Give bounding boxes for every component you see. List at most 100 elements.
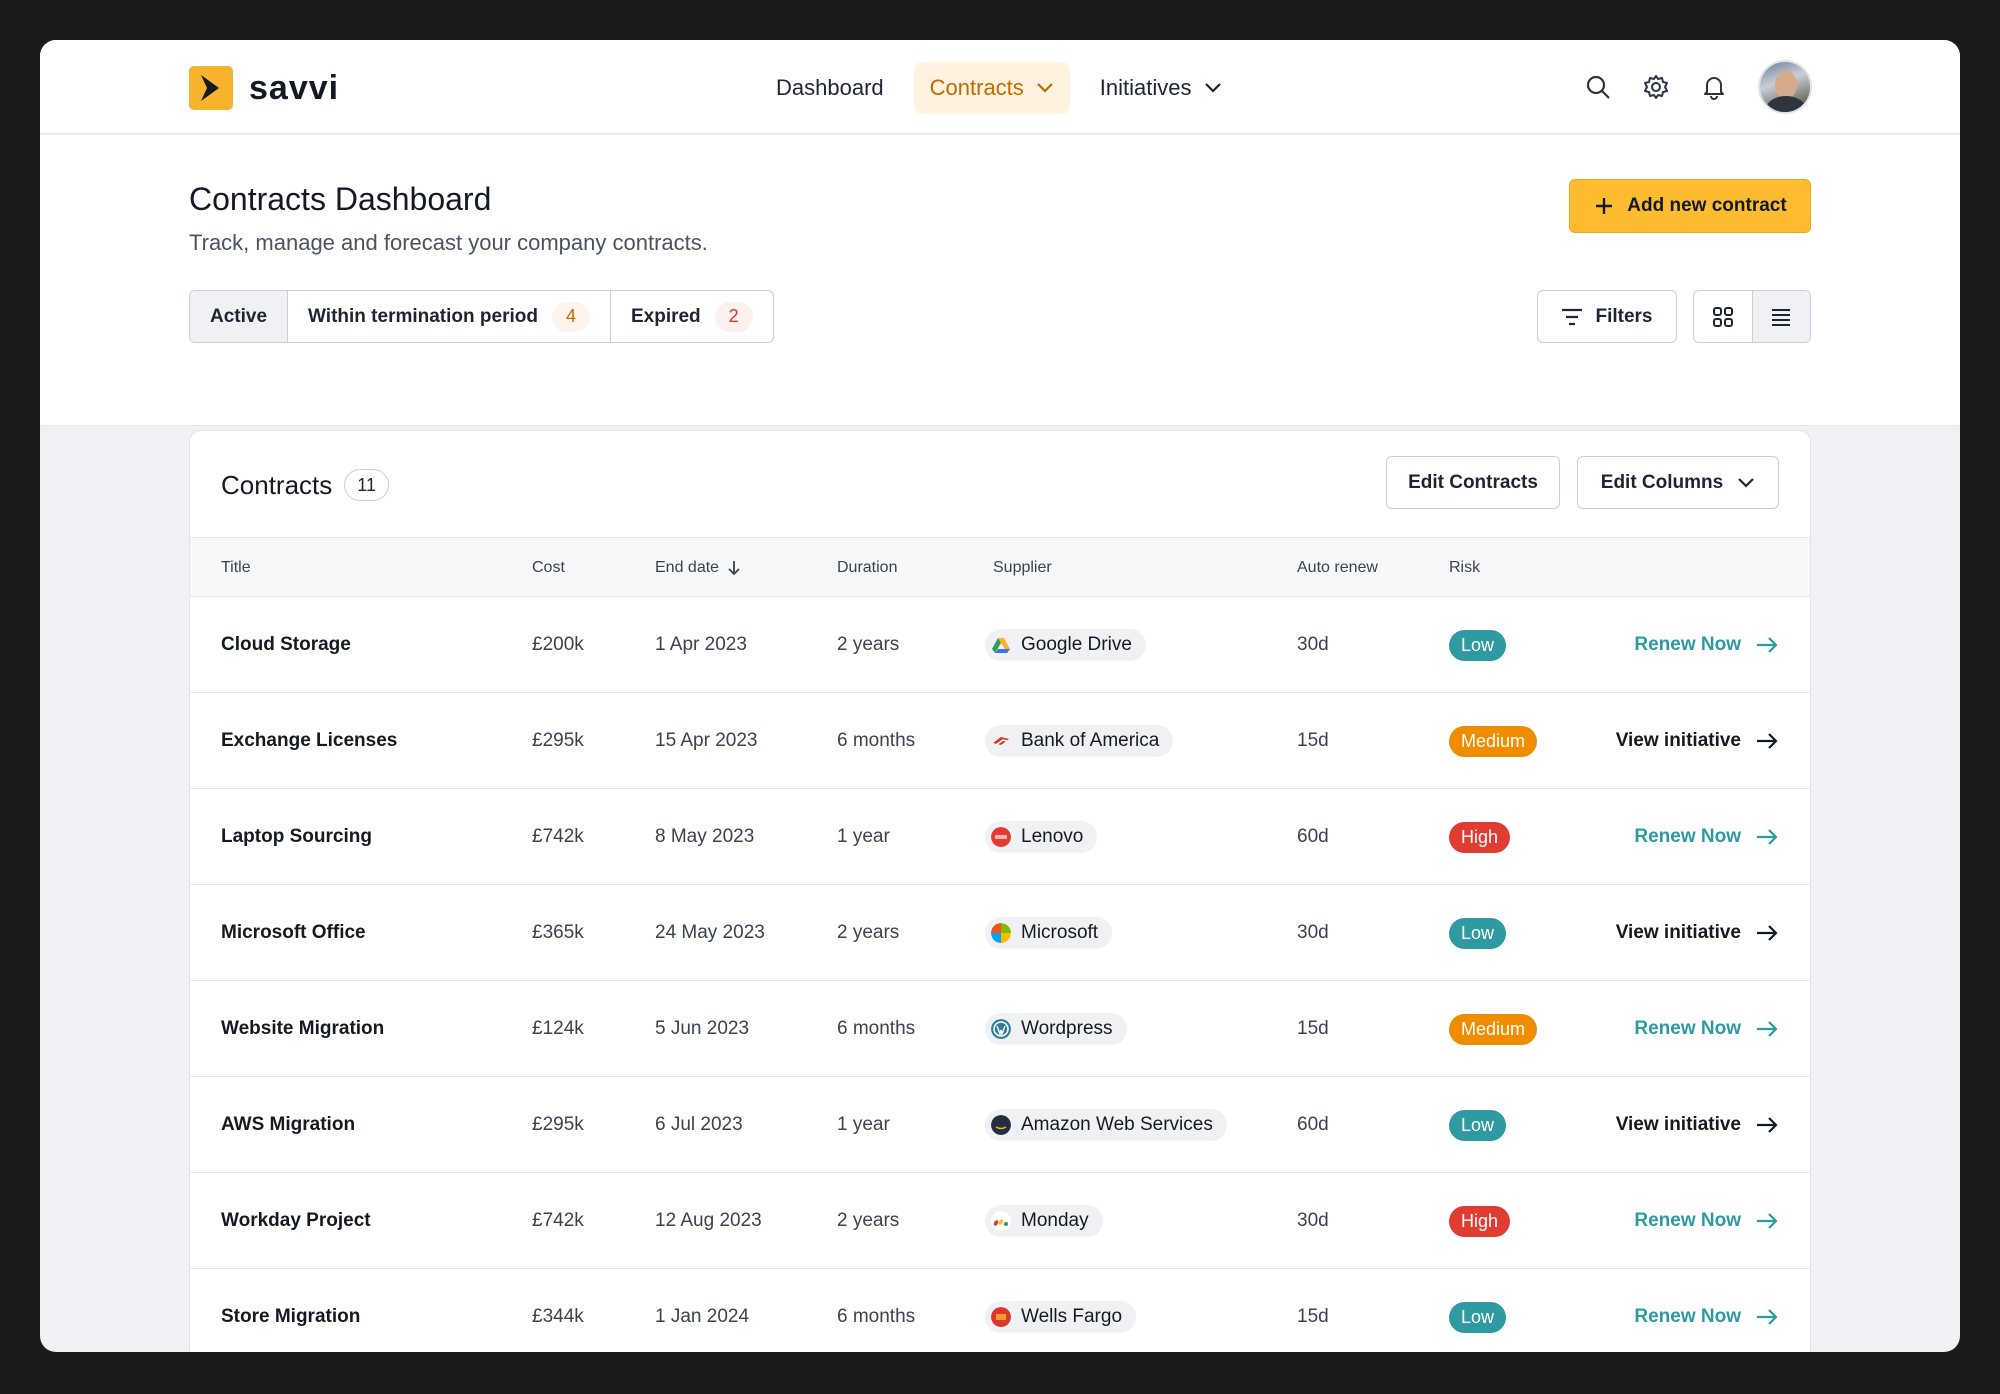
table-row[interactable]: Workday Project £742k 12 Aug 2023 2 year… — [190, 1173, 1810, 1269]
row-action-label: Renew Now — [1634, 1306, 1741, 1327]
table-row[interactable]: Cloud Storage £200k 1 Apr 2023 2 years G… — [190, 597, 1810, 693]
supplier-logo-icon — [991, 827, 1011, 847]
col-risk[interactable]: Risk — [1449, 538, 1480, 597]
row-action-link[interactable]: Renew Now — [1634, 1269, 1779, 1352]
gear-icon[interactable] — [1642, 73, 1670, 101]
row-action-link[interactable]: View initiative — [1616, 1077, 1779, 1173]
supplier-chip[interactable]: Wordpress — [985, 1013, 1127, 1045]
supplier-chip[interactable]: Wells Fargo — [985, 1301, 1137, 1333]
tab-termination[interactable]: Within termination period 4 — [288, 291, 611, 342]
row-action-link[interactable]: Renew Now — [1634, 597, 1779, 693]
row-action-label: View initiative — [1615, 922, 1741, 943]
chevron-down-icon — [1204, 83, 1221, 93]
table-row[interactable]: Microsoft Office £365k 24 May 2023 2 yea… — [190, 885, 1810, 981]
col-duration[interactable]: Duration — [837, 538, 897, 597]
supplier-logo-icon — [991, 635, 1011, 655]
tab-active[interactable]: Active — [190, 291, 289, 342]
cell-auto-renew: 30d — [1297, 1210, 1329, 1231]
cell-auto-renew: 15d — [1297, 1306, 1329, 1327]
row-action-link[interactable]: Renew Now — [1634, 1173, 1779, 1269]
col-title[interactable]: Title — [221, 538, 251, 597]
supplier-name: Monday — [1021, 1210, 1089, 1231]
cell-end-date: 12 Aug 2023 — [655, 1210, 762, 1231]
cell-cost: £742k — [532, 826, 584, 847]
supplier-chip[interactable]: Monday — [985, 1205, 1103, 1237]
cell-duration: 6 months — [837, 1018, 916, 1039]
cell-title: Microsoft Office — [221, 922, 366, 943]
supplier-name: Wordpress — [1021, 1018, 1113, 1039]
row-action-label: Renew Now — [1634, 1210, 1741, 1231]
nav-dashboard[interactable]: Dashboard — [760, 62, 900, 114]
row-action-link[interactable]: Renew Now — [1634, 981, 1779, 1077]
col-end-date[interactable]: End date — [655, 538, 741, 597]
row-action-link[interactable]: View initiative — [1616, 885, 1779, 981]
col-supplier[interactable]: Supplier — [993, 538, 1052, 597]
cell-end-date: 24 May 2023 — [655, 922, 765, 943]
supplier-name: Microsoft — [1021, 922, 1099, 943]
cell-end-date: 15 Apr 2023 — [655, 730, 758, 751]
risk-badge: Medium — [1449, 725, 1538, 757]
supplier-chip[interactable]: Bank of America — [985, 725, 1174, 757]
nav-contracts[interactable]: Contracts — [913, 62, 1070, 114]
cell-risk: Low — [1449, 597, 1507, 693]
main-nav: Dashboard Contracts Initiatives — [760, 62, 1238, 114]
cell-supplier: Google Drive — [985, 597, 1146, 693]
supplier-chip[interactable]: Microsoft — [985, 917, 1113, 949]
supplier-name: Amazon Web Services — [1021, 1114, 1213, 1135]
avatar[interactable] — [1758, 60, 1812, 114]
table-row[interactable]: Laptop Sourcing £742k 8 May 2023 1 year … — [190, 789, 1810, 885]
col-cost[interactable]: Cost — [532, 538, 565, 597]
cell-auto-renew: 60d — [1297, 826, 1329, 847]
search-icon[interactable] — [1584, 73, 1612, 101]
cell-duration: 2 years — [837, 1210, 900, 1231]
supplier-logo-icon — [991, 923, 1011, 943]
nav-initiatives[interactable]: Initiatives — [1084, 62, 1238, 114]
add-contract-label: Add new contract — [1627, 195, 1787, 216]
grid-icon — [1712, 306, 1733, 327]
cell-cost: £344k — [532, 1306, 584, 1327]
list-view-button[interactable] — [1752, 291, 1810, 342]
row-action-link[interactable]: View initiative — [1616, 693, 1779, 789]
cell-supplier: Amazon Web Services — [985, 1077, 1227, 1173]
col-auto-renew[interactable]: Auto renew — [1297, 538, 1378, 597]
cell-cost: £295k — [532, 730, 584, 751]
row-action-label: View initiative — [1615, 730, 1741, 751]
cell-end-date: 5 Jun 2023 — [655, 1018, 750, 1039]
table-row[interactable]: AWS Migration £295k 6 Jul 2023 1 year Am… — [190, 1077, 1810, 1173]
chevron-down-icon — [1037, 83, 1053, 93]
grid-view-button[interactable] — [1694, 291, 1753, 342]
cell-title: Cloud Storage — [221, 634, 351, 655]
row-action-label: Renew Now — [1634, 1018, 1741, 1039]
tab-expired[interactable]: Expired 2 — [611, 291, 773, 342]
supplier-chip[interactable]: Lenovo — [985, 821, 1098, 853]
table-row[interactable]: Store Migration £344k 1 Jan 2024 6 month… — [190, 1269, 1810, 1352]
row-action-link[interactable]: Renew Now — [1634, 789, 1779, 885]
filters-label: Filters — [1595, 305, 1653, 327]
cell-auto-renew: 30d — [1297, 922, 1329, 943]
view-toggle — [1693, 290, 1811, 343]
nav-initiatives-label: Initiatives — [1099, 75, 1192, 100]
termination-count-badge: 4 — [551, 301, 590, 332]
table-row[interactable]: Exchange Licenses £295k 15 Apr 2023 6 mo… — [190, 693, 1810, 789]
cell-end-date: 8 May 2023 — [655, 826, 755, 847]
risk-badge: High — [1449, 1205, 1511, 1237]
row-action-label: View initiative — [1615, 1114, 1741, 1135]
supplier-name: Wells Fargo — [1021, 1306, 1123, 1327]
supplier-chip[interactable]: Google Drive — [985, 629, 1146, 661]
edit-contracts-button[interactable]: Edit Contracts — [1386, 456, 1560, 509]
cell-cost: £124k — [532, 1018, 584, 1039]
list-icon — [1772, 308, 1791, 326]
table-row[interactable]: Website Migration £124k 5 Jun 2023 6 mon… — [190, 981, 1810, 1077]
supplier-chip[interactable]: Amazon Web Services — [985, 1109, 1227, 1141]
edit-columns-button[interactable]: Edit Columns — [1577, 456, 1779, 509]
supplier-name: Google Drive — [1021, 634, 1132, 655]
filters-button[interactable]: Filters — [1537, 290, 1677, 343]
page-header: Contracts Dashboard Track, manage and fo… — [40, 135, 1960, 426]
logo[interactable]: savvi — [189, 66, 339, 110]
add-contract-button[interactable]: Add new contract — [1569, 179, 1811, 233]
card-title: Contracts 11 — [221, 469, 389, 501]
bell-icon[interactable] — [1700, 73, 1728, 101]
cell-supplier: Lenovo — [985, 789, 1098, 885]
supplier-name: Lenovo — [1021, 826, 1084, 847]
contracts-card: Contracts 11 Edit Contracts Edit Columns… — [189, 430, 1811, 1352]
